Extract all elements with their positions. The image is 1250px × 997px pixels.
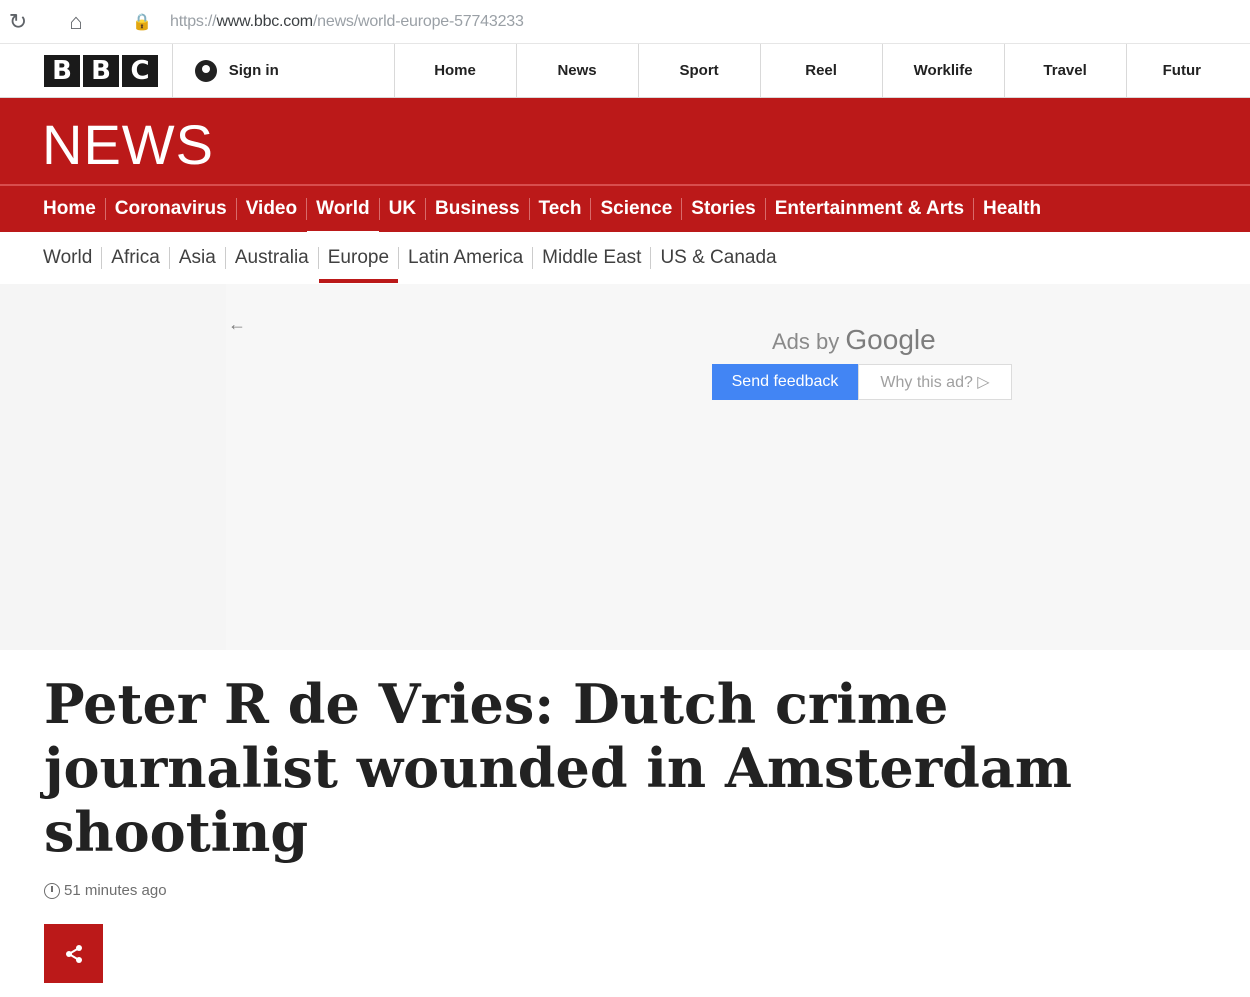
global-nav-reel[interactable]: Reel (761, 44, 883, 97)
timestamp-text: 51 minutes ago (64, 882, 167, 899)
article-headline: Peter R de Vries: Dutch crime journalist… (44, 672, 1073, 864)
sub-item-africa[interactable]: Africa (102, 247, 170, 269)
bbc-logo-letter: C (122, 54, 158, 87)
url-prefix: https:// (170, 12, 217, 30)
send-feedback-button[interactable]: Send feedback (712, 364, 858, 400)
sub-item-asia[interactable]: Asia (170, 247, 226, 269)
sub-item-world[interactable]: World (34, 247, 103, 269)
section-item-uk[interactable]: UK (380, 198, 427, 220)
lock-icon[interactable]: 🔒 (130, 10, 154, 34)
home-icon[interactable]: ⌂ (64, 9, 88, 34)
bbc-logo-letter: B (83, 54, 119, 87)
sub-item-latin-america[interactable]: Latin America (399, 247, 534, 269)
global-nav-home[interactable]: Home (395, 44, 517, 97)
section-item-health[interactable]: Health (974, 198, 1050, 220)
back-arrow-icon[interactable]: ← (228, 314, 246, 335)
sub-item-middle-east[interactable]: Middle East (533, 247, 652, 269)
share-icon (65, 944, 82, 963)
sub-nav: World Africa Asia Australia Europe Latin… (0, 232, 1250, 284)
global-nav-worklife[interactable]: Worklife (883, 44, 1005, 97)
global-nav-sport[interactable]: Sport (639, 44, 761, 97)
section-item-video[interactable]: Video (237, 198, 308, 220)
ad-feedback-buttons: Send feedback Why this ad? ▷ (712, 364, 1012, 400)
url-path: /news/world-europe-57743233 (312, 12, 524, 30)
google-text: Google (845, 324, 936, 355)
browser-address-bar: ↻ ⌂ 🔒 https://www.bbc.com/news/world-eur… (0, 0, 1250, 44)
share-button[interactable] (44, 924, 103, 983)
article-timestamp: 51 minutes ago (44, 882, 167, 899)
sub-item-australia[interactable]: Australia (226, 247, 319, 269)
why-this-ad-button[interactable]: Why this ad? ▷ (858, 364, 1012, 400)
sign-in-link[interactable]: Sign in (173, 44, 395, 97)
url-domain: www.bbc.com (216, 12, 313, 30)
bbc-global-nav: B B C Sign in Home News Sport Reel Workl… (0, 44, 1250, 98)
section-item-world[interactable]: World (307, 198, 380, 234)
section-item-home[interactable]: Home (34, 198, 106, 220)
section-item-science[interactable]: Science (591, 198, 683, 220)
ad-frame (226, 284, 1250, 650)
section-item-entertainment-arts[interactable]: Entertainment & Arts (766, 198, 975, 220)
sub-item-europe[interactable]: Europe (318, 247, 400, 283)
sub-item-us-canada[interactable]: US & Canada (651, 247, 785, 269)
news-banner: NEWS (0, 98, 1250, 184)
section-item-stories[interactable]: Stories (682, 198, 766, 220)
ads-by-google-label: Ads by Google (772, 324, 936, 356)
bbc-logo-letter: B (44, 54, 80, 87)
reload-icon[interactable]: ↻ (6, 9, 30, 34)
clock-icon (44, 882, 60, 899)
section-item-tech[interactable]: Tech (530, 198, 592, 220)
url-field[interactable]: https://www.bbc.com/news/world-europe-57… (170, 13, 524, 31)
news-logo[interactable]: NEWS (42, 112, 214, 177)
section-nav: Home Coronavirus Video World UK Business… (0, 184, 1250, 234)
page: ↻ ⌂ 🔒 https://www.bbc.com/news/world-eur… (0, 0, 1250, 997)
global-nav-travel[interactable]: Travel (1005, 44, 1127, 97)
sign-in-label: Sign in (228, 62, 279, 79)
global-nav-news[interactable]: News (517, 44, 639, 97)
ads-by-text: Ads by (772, 329, 840, 354)
user-icon (194, 59, 217, 82)
bbc-logo[interactable]: B B C (0, 44, 173, 97)
section-item-coronavirus[interactable]: Coronavirus (106, 198, 237, 220)
global-nav-future[interactable]: Futur (1127, 44, 1250, 97)
section-item-business[interactable]: Business (426, 198, 530, 220)
ad-slot: ← Ads by Google (0, 284, 1250, 650)
